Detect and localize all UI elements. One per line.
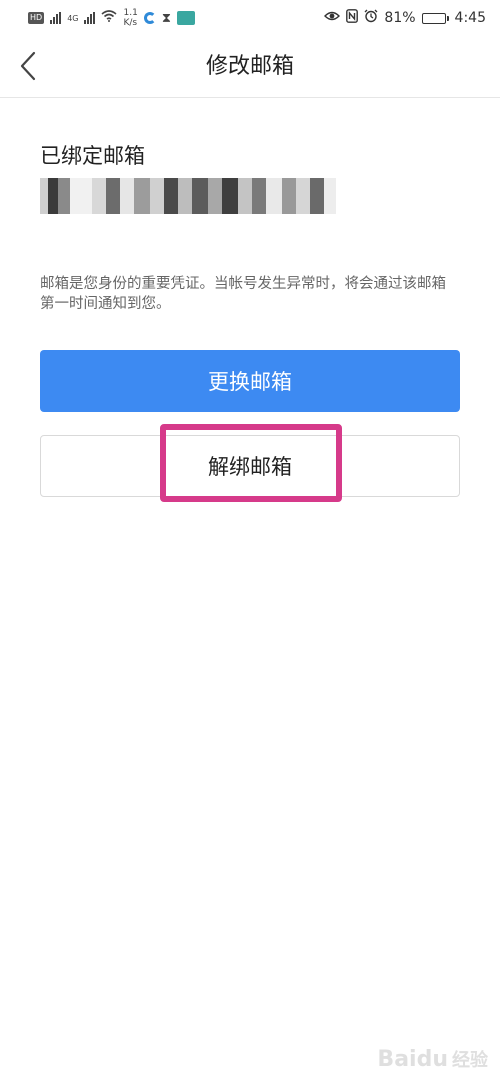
network-type: 4G: [67, 13, 79, 23]
status-left: HD 4G 1.1 K/s ⧗: [28, 8, 195, 28]
hd-badge: HD: [28, 12, 45, 24]
battery-icon: [421, 12, 449, 24]
news-app-icon: [176, 11, 195, 25]
nav-bar: 修改邮箱: [0, 36, 500, 98]
notice-text: 邮箱是您身份的重要凭证。当帐号发生异常时，将会通过该邮箱第一时间通知到您。: [40, 276, 446, 312]
bound-email-label: 已绑定邮箱: [40, 144, 145, 168]
signal-icon: [50, 12, 62, 24]
alarm-icon: [364, 9, 378, 27]
speed-value: 1.1: [123, 8, 138, 18]
watermark-sub: 经验: [452, 1050, 488, 1071]
status-bar: HD 4G 1.1 K/s ⧗ 81% 4:45: [0, 0, 500, 36]
speed-unit: K/s: [123, 18, 138, 28]
wifi-icon: [101, 10, 118, 26]
status-right: 81% 4:45: [324, 9, 486, 27]
watermark-brand: Baidu: [377, 1046, 448, 1072]
bound-email-value-masked: [40, 174, 400, 218]
network-speed: 1.1 K/s: [123, 8, 137, 28]
signal-icon-2: [84, 12, 96, 24]
page-title: 修改邮箱: [205, 54, 294, 79]
nfc-icon: [346, 9, 359, 27]
clock-time: 4:45: [454, 10, 486, 26]
change-email-button[interactable]: 更换邮箱: [40, 350, 460, 412]
unbind-email-button[interactable]: 解绑邮箱: [40, 435, 460, 497]
hourglass-icon: ⧗: [161, 10, 171, 26]
sync-icon: [143, 12, 156, 24]
battery-percent: 81%: [384, 10, 416, 26]
page: HD 4G 1.1 K/s ⧗ 81% 4:45 修改邮箱 已绑定邮箱 邮箱是您…: [0, 0, 500, 1084]
eye-icon: [324, 10, 341, 26]
email-mosaic: [40, 174, 336, 218]
baidu-watermark: Baidu 经验: [377, 1046, 488, 1072]
